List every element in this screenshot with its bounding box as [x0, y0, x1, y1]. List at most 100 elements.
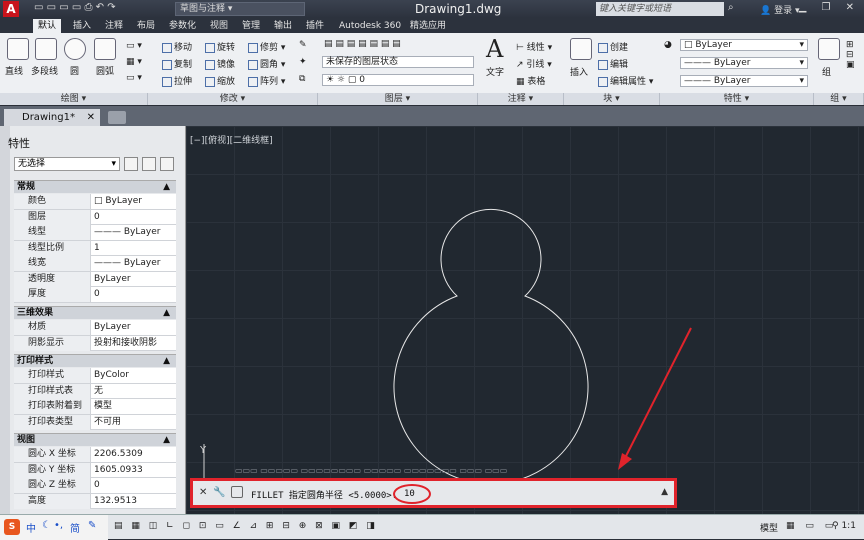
- polyline-icon[interactable]: [35, 38, 57, 60]
- prop-row[interactable]: 打印表类型 不可用: [14, 414, 176, 430]
- line-button[interactable]: 直线: [5, 64, 23, 77]
- rotate-button[interactable]: 旋转: [205, 40, 235, 53]
- leader-button[interactable]: ↗ 引线 ▾: [516, 57, 552, 70]
- match-properties-icon[interactable]: ◕: [664, 40, 672, 50]
- prop-row[interactable]: 圆心 Z 坐标 0: [14, 478, 176, 494]
- group-tools-icons[interactable]: ⊞ ⊟ ▣: [846, 40, 855, 70]
- layer-tools-icons[interactable]: ▤ ▤ ▤ ▤ ▤ ▤ ▤: [324, 39, 401, 49]
- prop-row[interactable]: 高度 132.9513: [14, 493, 176, 509]
- close-icon[interactable]: ✕: [87, 109, 95, 126]
- copy-button[interactable]: 复制: [162, 57, 192, 70]
- drawing-canvas[interactable]: [−][俯视][二维线框] Y: [186, 126, 864, 514]
- tab-output[interactable]: 输出: [269, 19, 297, 33]
- quick-access-toolbar[interactable]: ▭ ▭ ▭ ▭ ⎙ ↶ ↷: [34, 2, 116, 16]
- prop-row[interactable]: 线型比例 1: [14, 240, 176, 256]
- new-tab-icon[interactable]: [108, 111, 126, 124]
- lineweight-select[interactable]: ——— ByLayer ▾: [680, 75, 808, 87]
- linear-dim-button[interactable]: ⊢ 线性 ▾: [516, 40, 552, 53]
- text-icon[interactable]: A: [486, 35, 503, 63]
- prop-row[interactable]: 厚度 0: [14, 287, 176, 303]
- quick-select-icon[interactable]: [160, 157, 174, 171]
- prop-row[interactable]: 线宽 ——— ByLayer: [14, 256, 176, 272]
- tab-layout[interactable]: 布局: [132, 19, 160, 33]
- array-button[interactable]: 阵列 ▾: [248, 74, 285, 87]
- hatch-icon[interactable]: ▦ ▾: [126, 57, 142, 67]
- gourd-shape[interactable]: [393, 208, 589, 485]
- section-plot-style[interactable]: 打印样式 ▲: [14, 354, 176, 367]
- explode-icon[interactable]: ✦: [299, 57, 307, 67]
- layout-icons[interactable]: ▦ ▭ ▭: [786, 521, 837, 531]
- color-select[interactable]: □ ByLayer ▾: [680, 39, 808, 51]
- prop-row[interactable]: 线型 ——— ByLayer: [14, 225, 176, 241]
- mirror-button[interactable]: 镜像: [205, 57, 235, 70]
- window-controls[interactable]: ▁ ❐ ✕: [799, 2, 860, 13]
- workspace-select[interactable]: 草图与注释 ▾: [175, 2, 305, 16]
- block-panel-title[interactable]: 块 ▾: [564, 93, 660, 105]
- tab-view[interactable]: 视图: [205, 19, 233, 33]
- text-button[interactable]: 文字: [486, 65, 504, 78]
- prop-row[interactable]: 圆心 Y 坐标 1605.0933: [14, 462, 176, 478]
- annotation-scale[interactable]: ⚲ 1:1: [832, 521, 856, 531]
- annotation-panel-title[interactable]: 注释 ▾: [478, 93, 564, 105]
- tab-insert[interactable]: 插入: [68, 19, 96, 33]
- login-button[interactable]: 👤 登录 ▾: [760, 3, 799, 16]
- layers-panel-title[interactable]: 图层 ▾: [318, 93, 478, 105]
- customize-icon[interactable]: 🔧: [213, 487, 225, 498]
- drawing-tab[interactable]: Drawing1* ✕: [4, 109, 100, 126]
- prop-row[interactable]: 阴影显示 投射和接收阴影: [14, 335, 176, 351]
- moon-icon[interactable]: ☾: [42, 520, 51, 531]
- arc-button[interactable]: 圆弧: [96, 64, 114, 77]
- arc-icon[interactable]: [94, 38, 116, 60]
- modify-panel-title[interactable]: 修改 ▾: [148, 93, 318, 105]
- autocad-logo-icon[interactable]: A: [3, 1, 19, 17]
- search-input[interactable]: 键入关键字或短语: [596, 2, 724, 16]
- create-block-button[interactable]: 创建: [598, 40, 628, 53]
- command-history-icon[interactable]: ▲: [661, 487, 668, 497]
- ime-charset[interactable]: 简: [70, 520, 80, 535]
- tab-annotate[interactable]: 注释: [100, 19, 128, 33]
- command-icon[interactable]: [231, 486, 243, 498]
- section-3d-effects[interactable]: 三维效果 ▲: [14, 306, 176, 319]
- prop-row[interactable]: 材质 ByLayer: [14, 320, 176, 336]
- ime-settings-icon[interactable]: ✎: [88, 520, 96, 531]
- fillet-button[interactable]: 圆角 ▾: [248, 57, 285, 70]
- group-icon[interactable]: [818, 38, 840, 60]
- tab-parametric[interactable]: 参数化: [164, 19, 201, 33]
- tab-plugins[interactable]: 插件: [301, 19, 329, 33]
- erase-icon[interactable]: ✎: [299, 40, 307, 50]
- scale-button[interactable]: 缩放: [205, 74, 235, 87]
- group-button[interactable]: 组: [822, 65, 831, 78]
- prop-row[interactable]: 透明度 ByLayer: [14, 271, 176, 287]
- search-icon[interactable]: ⌕: [728, 2, 734, 16]
- polyline-button[interactable]: 多段线: [31, 64, 58, 77]
- edit-attributes-button[interactable]: 编辑属性 ▾: [598, 74, 653, 87]
- move-button[interactable]: 移动: [162, 40, 192, 53]
- rectangle-icon[interactable]: ▭ ▾: [126, 41, 142, 51]
- toggle-pickadd-icon[interactable]: [124, 157, 138, 171]
- stretch-button[interactable]: 拉伸: [162, 74, 192, 87]
- line-icon[interactable]: [7, 38, 29, 60]
- properties-panel-title[interactable]: 特性 ▾: [660, 93, 814, 105]
- layer-state-select[interactable]: 未保存的图层状态: [322, 56, 474, 68]
- command-line[interactable]: ✕ 🔧 FILLET 指定圆角半径 <5.0000>: 10 ▲: [190, 478, 677, 508]
- model-button[interactable]: 模型: [760, 521, 778, 534]
- draw-more-icon[interactable]: ▭ ▾: [126, 73, 142, 83]
- circle-icon[interactable]: [64, 38, 86, 60]
- prop-row[interactable]: 打印样式表无: [14, 383, 176, 399]
- insert-button[interactable]: 插入: [570, 65, 588, 78]
- prop-row[interactable]: 颜色 □ ByLayer: [14, 194, 176, 210]
- linetype-select[interactable]: ——— ByLayer ▾: [680, 57, 808, 69]
- tab-autodesk360[interactable]: Autodesk 360: [334, 19, 406, 33]
- prop-row[interactable]: 圆心 X 坐标 2206.5309: [14, 447, 176, 463]
- punctuation-icon[interactable]: •,: [54, 520, 63, 531]
- tab-default[interactable]: 默认: [33, 19, 62, 33]
- tab-featured-apps[interactable]: 精选应用: [405, 19, 451, 33]
- circle-button[interactable]: 圆: [70, 64, 79, 77]
- prop-row[interactable]: 图层 0: [14, 209, 176, 225]
- ime-toolbar[interactable]: S 中 ☾ •, 简 ✎: [0, 515, 108, 540]
- sogou-icon[interactable]: S: [4, 519, 20, 535]
- select-objects-icon[interactable]: [142, 157, 156, 171]
- offset-icon[interactable]: ⧉: [299, 74, 305, 84]
- layer-select[interactable]: ☀ ☼ ▢ 0: [322, 74, 474, 86]
- group-panel-title[interactable]: 组 ▾: [814, 93, 864, 105]
